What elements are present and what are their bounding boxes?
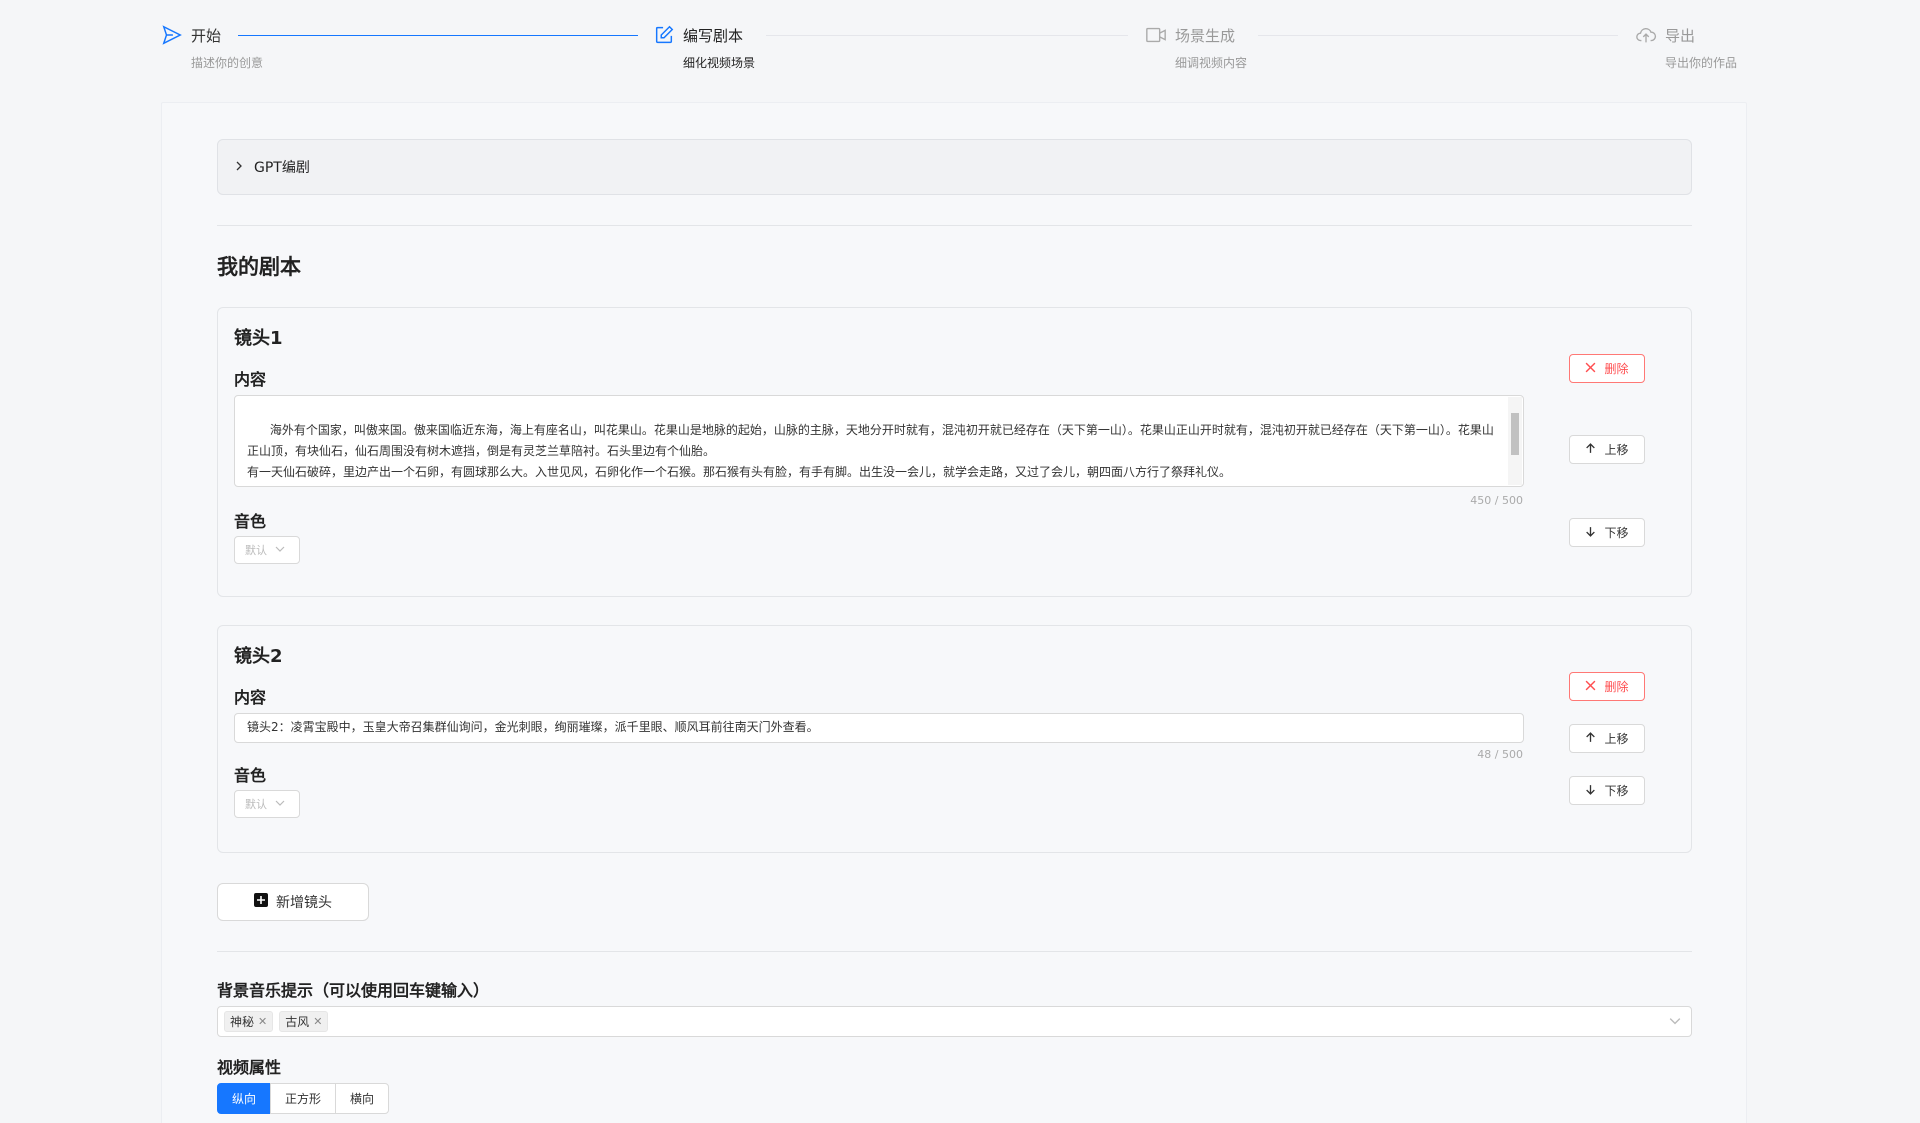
voice-value: 默认 — [245, 544, 267, 557]
move-down-label: 下移 — [1604, 526, 1629, 540]
music-tags-input[interactable]: 神秘 ✕ 古风 ✕ — [217, 1006, 1692, 1037]
step-title: 编写剧本 — [683, 26, 744, 45]
orientation-portrait[interactable]: 纵向 — [217, 1083, 272, 1114]
delete-label: 删除 — [1604, 680, 1629, 694]
voice-label: 音色 — [234, 766, 267, 785]
music-tag: 神秘 ✕ — [224, 1011, 274, 1032]
step-title: 导出 — [1665, 26, 1696, 45]
arrow-down-icon — [1585, 526, 1596, 540]
content-label: 内容 — [234, 688, 267, 707]
step-connector — [766, 35, 1128, 36]
add-shot-wrapper: 新增镜头 — [217, 883, 369, 921]
voice-label: 音色 — [234, 512, 267, 531]
chevron-down-icon — [275, 544, 285, 557]
step-start[interactable]: 开始 描述你的创意 — [160, 20, 263, 71]
close-icon — [1585, 680, 1596, 694]
shot-title: 镜头1 — [234, 328, 283, 349]
voice-select[interactable]: 默认 — [234, 790, 300, 818]
shot-card: 镜头1 内容 海外有个国家，叫傲来国。傲来国临近东海，海上有座名山，叫花果山。花… — [217, 307, 1692, 597]
step-scene-generation[interactable]: 场景生成 细调视频内容 — [1144, 20, 1247, 71]
chevron-down-icon — [1669, 1012, 1681, 1031]
close-icon[interactable]: ✕ — [313, 1015, 322, 1028]
content-textarea[interactable]: 海外有个国家，叫傲来国。傲来国临近东海，海上有座名山，叫花果山。花果山是地脉的起… — [234, 395, 1524, 487]
content-text: 镜头2：凌霄宝殿中，玉皇大帝召集群仙询问，金光刺眼，绚丽璀璨，派千里眼、顺风耳前… — [247, 720, 819, 734]
music-tag: 古风 ✕ — [279, 1011, 329, 1032]
video-icon — [1144, 24, 1167, 47]
content-label: 内容 — [234, 370, 267, 389]
tag-label: 神秘 — [230, 1015, 255, 1029]
move-up-button[interactable]: 上移 — [1569, 435, 1645, 464]
orientation-segmented: 纵向 正方形 横向 — [217, 1083, 1692, 1114]
send-icon — [160, 24, 183, 47]
move-up-label: 上移 — [1604, 732, 1629, 746]
voice-value: 默认 — [245, 798, 267, 811]
step-desc: 描述你的创意 — [191, 56, 264, 70]
move-down-button[interactable]: 下移 — [1569, 518, 1645, 547]
gpt-writer-collapse[interactable]: GPT编剧 — [217, 139, 1692, 195]
steps-bar: 开始 描述你的创意 编写剧本 细化视频场景 场景生成 细调视频内容 导出 导出你… — [160, 20, 1760, 80]
step-title: 开始 — [191, 26, 222, 45]
add-shot-label: 新增镜头 — [276, 895, 332, 911]
close-icon[interactable]: ✕ — [258, 1015, 267, 1028]
gpt-writer-label: GPT编剧 — [254, 160, 310, 176]
move-down-button[interactable]: 下移 — [1569, 776, 1645, 805]
plus-square-icon — [254, 893, 268, 911]
step-write-script[interactable]: 编写剧本 细化视频场景 — [652, 20, 755, 71]
tag-label: 古风 — [285, 1015, 310, 1029]
close-icon — [1585, 362, 1596, 376]
step-desc: 细调视频内容 — [1175, 56, 1248, 70]
video-props-label: 视频属性 — [217, 1058, 282, 1077]
chevron-down-icon — [275, 798, 285, 811]
char-count: 450 / 500 — [1470, 494, 1523, 507]
edit-icon — [652, 24, 675, 47]
cloud-upload-icon — [1634, 24, 1657, 47]
textarea-scrollbar[interactable] — [1508, 397, 1522, 485]
arrow-up-icon — [1585, 442, 1596, 457]
shot-card: 镜头2 内容 镜头2：凌霄宝殿中，玉皇大帝召集群仙询问，金光刺眼，绚丽璀璨，派千… — [217, 625, 1692, 853]
section-title: 我的剧本 — [217, 255, 301, 279]
arrow-down-icon — [1585, 784, 1596, 798]
divider — [217, 225, 1692, 226]
arrow-up-icon — [1585, 731, 1596, 746]
move-up-button[interactable]: 上移 — [1569, 724, 1645, 753]
step-export[interactable]: 导出 导出你的作品 — [1634, 20, 1737, 71]
delete-button[interactable]: 删除 — [1569, 672, 1645, 701]
step-connector — [1258, 35, 1618, 36]
add-shot-button[interactable]: 新增镜头 — [217, 883, 369, 921]
music-label: 背景音乐提示（可以使用回车键输入） — [217, 981, 490, 1000]
move-down-label: 下移 — [1604, 784, 1629, 798]
step-desc: 细化视频场景 — [683, 56, 756, 70]
delete-label: 删除 — [1604, 362, 1629, 376]
orientation-square[interactable]: 正方形 — [270, 1083, 337, 1114]
step-title: 场景生成 — [1175, 26, 1236, 45]
delete-button[interactable]: 删除 — [1569, 354, 1645, 383]
step-desc: 导出你的作品 — [1665, 56, 1738, 70]
content-text: 海外有个国家，叫傲来国。傲来国临近东海，海上有座名山，叫花果山。花果山是地脉的起… — [247, 423, 1494, 479]
step-connector — [238, 35, 638, 36]
divider — [217, 951, 1692, 952]
chevron-right-icon — [234, 159, 244, 175]
shot-title: 镜头2 — [234, 646, 283, 667]
voice-select[interactable]: 默认 — [234, 536, 300, 564]
char-count: 48 / 500 — [1477, 748, 1523, 761]
orientation-landscape[interactable]: 横向 — [335, 1083, 390, 1114]
move-up-label: 上移 — [1604, 443, 1629, 457]
content-textarea[interactable]: 镜头2：凌霄宝殿中，玉皇大帝召集群仙询问，金光刺眼，绚丽璀璨，派千里眼、顺风耳前… — [234, 713, 1524, 743]
main-panel: GPT编剧 我的剧本 镜头1 内容 海外有个国家，叫傲来国。傲来国临近东海，海上… — [161, 102, 1747, 1123]
